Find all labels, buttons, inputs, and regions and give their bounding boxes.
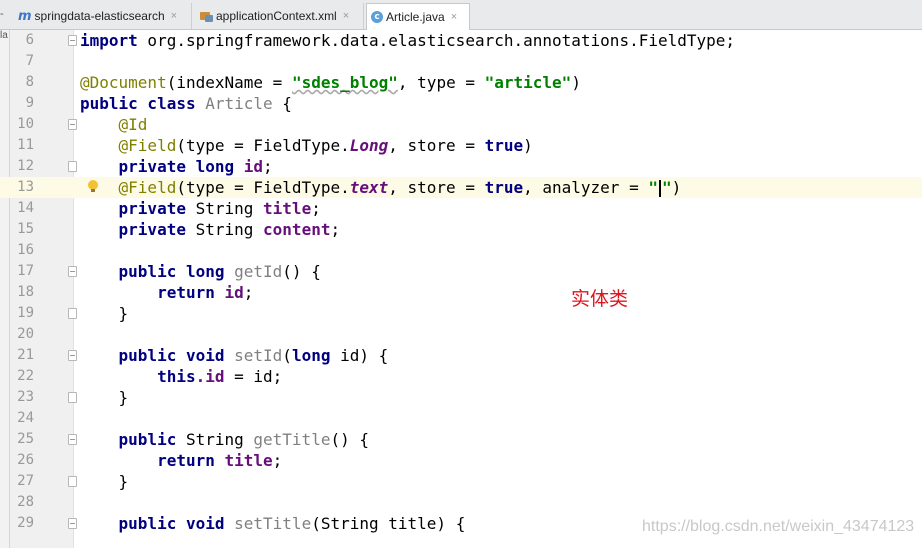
code-line-9[interactable]: 9 public class Article { — [0, 93, 922, 114]
code-line-11[interactable]: 11 @Field(type = FieldType.Long, store =… — [0, 135, 922, 156]
code-line-8[interactable]: 8 @Document(indexName = "sdes_blog", typ… — [0, 72, 922, 93]
line-number: 16 — [17, 242, 34, 258]
maven-module-icon: m — [18, 8, 32, 24]
line-number: 27 — [17, 473, 34, 489]
xml-file-icon — [200, 10, 213, 22]
code-line-25[interactable]: 25 public String getTitle() { — [0, 429, 922, 450]
code-line-7[interactable]: 7 — [0, 51, 922, 72]
text-caret — [658, 180, 661, 197]
code-line-27[interactable]: 27 } — [0, 471, 922, 492]
tab-article-java[interactable]: c Article.java × — [366, 3, 470, 30]
code-line-14[interactable]: 14 private String title; — [0, 198, 922, 219]
tab-springdata-elasticsearch[interactable]: m springdata-elasticsearch × — [14, 3, 192, 29]
fold-icon[interactable] — [68, 476, 77, 487]
line-number: 13 — [17, 179, 34, 195]
code-line-19[interactable]: 19 } — [0, 303, 922, 324]
tab-overflow-indicator[interactable]: - — [0, 8, 10, 20]
line-number: 9 — [25, 95, 34, 111]
tab-label: springdata-elasticsearch — [34, 9, 165, 23]
fold-icon[interactable] — [68, 266, 77, 277]
line-number: 10 — [17, 116, 34, 132]
line-number: 8 — [25, 74, 34, 90]
fold-icon[interactable] — [68, 434, 77, 445]
line-number: 24 — [17, 410, 34, 426]
code-line-18[interactable]: 18 return id; — [0, 282, 922, 303]
line-number: 7 — [25, 53, 34, 69]
annotation-note: 实体类 — [571, 288, 629, 310]
line-number: 19 — [17, 305, 34, 321]
line-number: 18 — [17, 284, 34, 300]
code-line-15[interactable]: 15 private String content; — [0, 219, 922, 240]
code-line-17[interactable]: 17 public long getId() { — [0, 261, 922, 282]
tab-application-context[interactable]: applicationContext.xml × — [196, 3, 364, 29]
java-class-icon: c — [371, 11, 383, 23]
fold-icon[interactable] — [68, 161, 77, 172]
fold-icon[interactable] — [68, 308, 77, 319]
close-icon[interactable]: × — [451, 11, 457, 23]
tab-label: applicationContext.xml — [216, 9, 337, 23]
line-number: 6 — [25, 32, 34, 48]
line-number: 28 — [17, 494, 34, 510]
editor-tab-bar: m springdata-elasticsearch × application… — [0, 0, 922, 30]
line-number: 29 — [17, 515, 34, 531]
code-line-6[interactable]: 6 import org.springframework.data.elasti… — [0, 30, 922, 51]
line-number: 22 — [17, 368, 34, 384]
line-number: 26 — [17, 452, 34, 468]
fold-icon[interactable] — [68, 350, 77, 361]
close-icon[interactable]: × — [171, 10, 177, 22]
code-line-16[interactable]: 16 — [0, 240, 922, 261]
code-line-21[interactable]: 21 public void setId(long id) { — [0, 345, 922, 366]
line-number: 23 — [17, 389, 34, 405]
line-number: 21 — [17, 347, 34, 363]
tab-label: Article.java — [386, 10, 445, 24]
close-icon[interactable]: × — [343, 10, 349, 22]
fold-icon[interactable] — [68, 119, 77, 130]
line-number: 20 — [17, 326, 34, 342]
fold-icon[interactable] — [68, 35, 77, 46]
line-number: 17 — [17, 263, 34, 279]
code-line-28[interactable]: 28 — [0, 492, 922, 513]
code-line-23[interactable]: 23 } — [0, 387, 922, 408]
code-line-10[interactable]: 10 @Id — [0, 114, 922, 135]
code-line-20[interactable]: 20 — [0, 324, 922, 345]
watermark: https://blog.csdn.net/weixin_43474123 — [642, 518, 915, 535]
line-number: 25 — [17, 431, 34, 447]
line-number: 12 — [17, 158, 34, 174]
code-line-13[interactable]: 13 @Field(type = FieldType.text, store =… — [0, 177, 922, 198]
fold-icon[interactable] — [68, 518, 77, 529]
line-number: 11 — [17, 137, 34, 153]
line-number: 14 — [17, 200, 34, 216]
code-line-12[interactable]: 12 private long id; — [0, 156, 922, 177]
fold-icon[interactable] — [68, 392, 77, 403]
line-number: 15 — [17, 221, 34, 237]
code-line-24[interactable]: 24 — [0, 408, 922, 429]
code-line-22[interactable]: 22 this.id = id; — [0, 366, 922, 387]
code-line-26[interactable]: 26 return title; — [0, 450, 922, 471]
